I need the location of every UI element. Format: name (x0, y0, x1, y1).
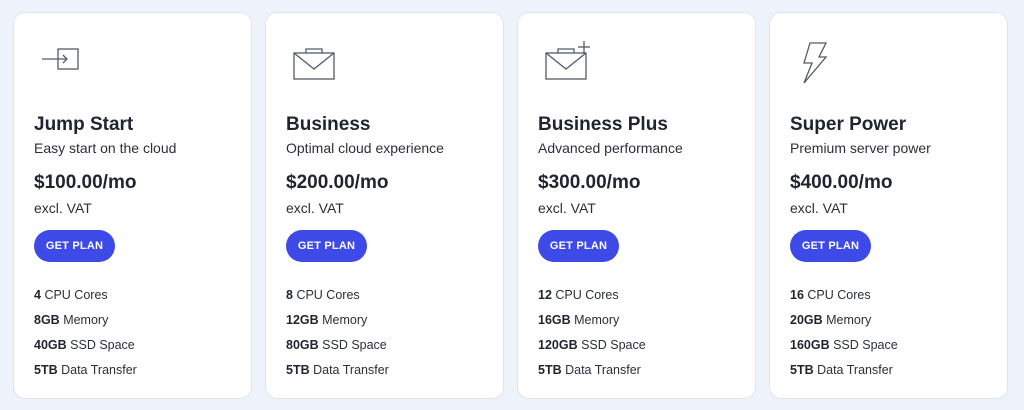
feature-label: Memory (322, 313, 368, 327)
feature-transfer: 5TB Data Transfer (538, 363, 646, 388)
feature-value: 12 (538, 288, 552, 302)
feature-value: 80GB (286, 338, 319, 352)
feature-value: 5TB (34, 363, 58, 377)
feature-list: 8 CPU Cores 12GB Memory 80GB SSD Space 5… (286, 288, 389, 388)
get-plan-button[interactable]: GET PLAN (286, 230, 367, 262)
plan-card-jump-start: Jump Start Easy start on the cloud $100.… (13, 12, 252, 399)
feature-memory: 20GB Memory (790, 313, 898, 338)
enter-icon (34, 39, 90, 87)
feature-memory: 16GB Memory (538, 313, 646, 338)
feature-transfer: 5TB Data Transfer (34, 363, 137, 388)
feature-cpu: 4 CPU Cores (34, 288, 137, 313)
feature-cpu: 16 CPU Cores (790, 288, 898, 313)
feature-storage: 40GB SSD Space (34, 338, 137, 363)
vat-note: excl. VAT (34, 200, 92, 216)
feature-value: 5TB (790, 363, 814, 377)
feature-label: SSD Space (581, 338, 646, 352)
get-plan-button[interactable]: GET PLAN (34, 230, 115, 262)
feature-label: SSD Space (322, 338, 387, 352)
vat-note: excl. VAT (286, 200, 344, 216)
lightning-icon (790, 39, 846, 87)
feature-label: Memory (63, 313, 109, 327)
envelope-icon (286, 39, 342, 87)
feature-value: 12GB (286, 313, 319, 327)
plan-subtitle: Easy start on the cloud (34, 140, 177, 156)
feature-value: 16 (790, 288, 804, 302)
feature-label: SSD Space (833, 338, 898, 352)
feature-label: CPU Cores (807, 288, 871, 302)
feature-value: 160GB (790, 338, 830, 352)
envelope-plus-icon (538, 39, 594, 87)
feature-value: 5TB (538, 363, 562, 377)
plan-name: Business (286, 114, 371, 135)
plan-name: Jump Start (34, 114, 134, 135)
feature-transfer: 5TB Data Transfer (286, 363, 389, 388)
plan-name: Business Plus (538, 114, 668, 135)
get-plan-button[interactable]: GET PLAN (790, 230, 871, 262)
plan-subtitle: Premium server power (790, 140, 931, 156)
feature-storage: 80GB SSD Space (286, 338, 389, 363)
feature-value: 4 (34, 288, 41, 302)
feature-value: 16GB (538, 313, 571, 327)
feature-transfer: 5TB Data Transfer (790, 363, 898, 388)
feature-value: 120GB (538, 338, 578, 352)
plan-name: Super Power (790, 114, 907, 135)
feature-list: 16 CPU Cores 20GB Memory 160GB SSD Space… (790, 288, 898, 388)
plan-card-business: Business Optimal cloud experience $200.0… (265, 12, 504, 399)
feature-label: CPU Cores (44, 288, 108, 302)
feature-label: Data Transfer (61, 363, 137, 377)
plan-card-super-power: Super Power Premium server power $400.00… (769, 12, 1008, 399)
feature-value: 8GB (34, 313, 60, 327)
feature-value: 20GB (790, 313, 823, 327)
feature-label: Data Transfer (313, 363, 389, 377)
feature-label: CPU Cores (555, 288, 619, 302)
plan-subtitle: Advanced performance (538, 140, 683, 156)
plan-subtitle: Optimal cloud experience (286, 140, 444, 156)
feature-list: 12 CPU Cores 16GB Memory 120GB SSD Space… (538, 288, 646, 388)
plan-price: $200.00/mo (286, 172, 389, 193)
vat-note: excl. VAT (790, 200, 848, 216)
feature-label: Memory (826, 313, 872, 327)
vat-note: excl. VAT (538, 200, 596, 216)
feature-memory: 12GB Memory (286, 313, 389, 338)
plan-price: $100.00/mo (34, 172, 137, 193)
feature-label: Data Transfer (565, 363, 641, 377)
feature-cpu: 8 CPU Cores (286, 288, 389, 313)
feature-label: SSD Space (70, 338, 135, 352)
feature-value: 40GB (34, 338, 67, 352)
feature-label: CPU Cores (296, 288, 360, 302)
feature-value: 8 (286, 288, 293, 302)
feature-label: Memory (574, 313, 620, 327)
plan-price: $300.00/mo (538, 172, 641, 193)
feature-label: Data Transfer (817, 363, 893, 377)
plan-price: $400.00/mo (790, 172, 893, 193)
feature-value: 5TB (286, 363, 310, 377)
feature-memory: 8GB Memory (34, 313, 137, 338)
feature-storage: 160GB SSD Space (790, 338, 898, 363)
feature-list: 4 CPU Cores 8GB Memory 40GB SSD Space 5T… (34, 288, 137, 388)
pricing-cards: Jump Start Easy start on the cloud $100.… (13, 12, 1008, 399)
feature-storage: 120GB SSD Space (538, 338, 646, 363)
get-plan-button[interactable]: GET PLAN (538, 230, 619, 262)
plan-card-business-plus: Business Plus Advanced performance $300.… (517, 12, 756, 399)
feature-cpu: 12 CPU Cores (538, 288, 646, 313)
